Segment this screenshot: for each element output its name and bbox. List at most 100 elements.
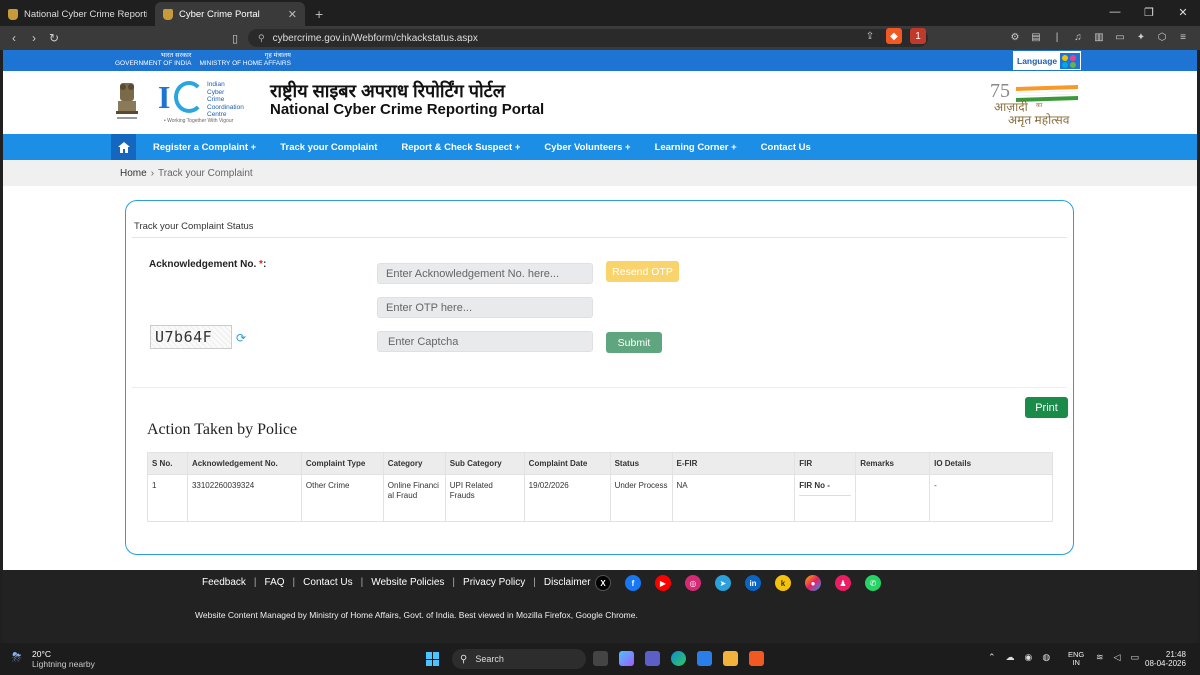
browser-tab[interactable]: National Cyber Crime Reporting Port	[0, 2, 155, 26]
clock-time: 21:48	[1165, 650, 1186, 659]
rewards-icon[interactable]: 1	[910, 28, 926, 44]
resend-otp-button[interactable]: Resend OTP	[606, 261, 679, 282]
brave-browser-icon[interactable]	[749, 651, 764, 666]
minimize-icon[interactable]: —	[1098, 0, 1132, 24]
portal-title-hindi: राष्ट्रीय साइबर अपराध रिपोर्टिंग पोर्टल	[270, 81, 505, 101]
browser-tab-active[interactable]: Cyber Crime Portal ✕	[155, 2, 305, 26]
reload-icon[interactable]: ↻	[44, 31, 64, 45]
svg-text:75: 75	[990, 80, 1010, 102]
print-button[interactable]: Print	[1025, 397, 1068, 418]
battery-icon[interactable]: ▭	[1130, 652, 1139, 663]
fir-number: FIR No -	[799, 481, 852, 496]
onedrive-icon[interactable]: ☁	[1006, 652, 1015, 663]
address-toolbar: ‹ › ↻ ▯ ⚲ cybercrime.gov.in/Webform/chka…	[0, 26, 1200, 50]
footer-links: Feedback | FAQ | Contact Us | Website Polic…	[202, 577, 591, 588]
edge-icon[interactable]	[671, 651, 686, 666]
extensions-icon[interactable]: ⚙	[1008, 30, 1022, 44]
moj-icon[interactable]: ♟	[835, 575, 851, 591]
sidebar-icon[interactable]: ▥	[1092, 30, 1106, 44]
forward-icon[interactable]: ›	[24, 31, 44, 45]
maximize-icon[interactable]: ❐	[1132, 0, 1166, 24]
submit-button[interactable]: Submit	[606, 332, 662, 353]
table-cell	[855, 474, 931, 522]
home-nav-button[interactable]	[111, 134, 136, 160]
file-explorer-icon[interactable]	[723, 651, 738, 666]
nav-contact-us[interactable]: Contact Us	[761, 142, 811, 153]
breadcrumb-separator: ›	[150, 167, 155, 179]
telegram-icon[interactable]: ➤	[715, 575, 731, 591]
action-taken-heading: Action Taken by Police	[147, 421, 298, 438]
music-icon[interactable]: ♫	[1071, 30, 1085, 44]
share-icon[interactable]: ⇪	[862, 28, 878, 44]
captcha-input[interactable]: Enter Captcha	[377, 331, 593, 352]
table-cell: Online Financi al Fraud	[382, 474, 446, 522]
close-tab-icon[interactable]: ✕	[288, 8, 297, 21]
url-bar[interactable]: ⚲ cybercrime.gov.in/Webform/chkackstatus…	[248, 29, 928, 47]
input-language[interactable]: ENG IN	[1068, 651, 1084, 667]
facebook-icon[interactable]: f	[625, 575, 641, 591]
store-icon[interactable]	[697, 651, 712, 666]
action-taken-table: S No. Acknowledgement No. Complaint Type…	[147, 452, 1053, 522]
linkedin-icon[interactable]: in	[745, 575, 761, 591]
footer-link-privacy[interactable]: Privacy Policy	[463, 577, 525, 588]
otp-input[interactable]: Enter OTP here...	[377, 297, 593, 318]
browser-tab-bar: National Cyber Crime Reporting Port Cybe…	[0, 0, 1200, 26]
volume-icon[interactable]: ◁	[1114, 652, 1121, 663]
wallet-icon[interactable]: ▭	[1113, 30, 1127, 44]
nav-learning-corner[interactable]: Learning Corner +	[655, 142, 737, 153]
close-window-icon[interactable]: ✕	[1166, 0, 1200, 24]
footer-link-disclaimer[interactable]: Disclaimer	[544, 577, 591, 588]
site-favicon-icon	[163, 8, 173, 20]
footer-link-feedback[interactable]: Feedback	[202, 577, 246, 588]
start-icon[interactable]	[426, 652, 440, 666]
task-view-icon[interactable]	[593, 651, 608, 666]
leo-ai-icon[interactable]: ✦	[1134, 30, 1148, 44]
reader-icon[interactable]: ▤	[1029, 30, 1043, 44]
footer-link-policies[interactable]: Website Policies	[371, 577, 444, 588]
menu-icon[interactable]: ≡	[1176, 30, 1190, 44]
lightning-icon: ⛈	[12, 650, 22, 664]
site-info-icon[interactable]: ⚲	[258, 33, 265, 44]
instagram-icon[interactable]: ◎	[685, 575, 701, 591]
svg-text:का: का	[1036, 103, 1043, 109]
clock[interactable]: 21:48 08-04-2026	[1145, 650, 1186, 668]
nav-cyber-volunteers[interactable]: Cyber Volunteers +	[544, 142, 630, 153]
tray-chevron-icon[interactable]: ⌃	[988, 652, 996, 663]
footer-link-faq[interactable]: FAQ	[265, 577, 285, 588]
back-icon[interactable]: ‹	[4, 31, 24, 45]
nav-report-check-suspect[interactable]: Report & Check Suspect +	[401, 142, 520, 153]
footer-link-contact[interactable]: Contact Us	[303, 577, 352, 588]
weather-widget[interactable]: ⛈ 20°C Lightning nearby	[12, 649, 95, 669]
language-label: Language	[1017, 55, 1058, 66]
footer-copyright: Website Content Managed by Ministry of H…	[195, 610, 638, 620]
breadcrumb-home[interactable]: Home	[120, 168, 147, 179]
x-icon[interactable]: X	[595, 575, 611, 591]
taskbar-search[interactable]: ⚲ Search	[452, 649, 586, 669]
refresh-captcha-icon[interactable]: ⟳	[236, 331, 246, 345]
new-tab-icon[interactable]: +	[305, 6, 333, 26]
bookmark-icon[interactable]: ▯	[232, 32, 248, 45]
nav-track-complaint[interactable]: Track your Complaint	[280, 142, 377, 153]
copilot-icon[interactable]	[619, 651, 634, 666]
column-header: S No.	[147, 452, 188, 475]
tray-app-icon[interactable]: ◍	[1042, 652, 1050, 663]
vpn-icon[interactable]: ⬡	[1155, 30, 1169, 44]
column-header: Complaint Date	[523, 452, 611, 475]
track-complaint-card: Track your Complaint Status Acknowledgem…	[125, 200, 1074, 555]
tray-app-icon[interactable]: ◉	[1025, 652, 1033, 663]
wifi-icon[interactable]: ≋	[1096, 652, 1104, 663]
column-header: IO Details	[929, 452, 1053, 475]
brave-shields-icon[interactable]: ◆	[886, 28, 902, 44]
whatsapp-icon[interactable]: ✆	[865, 575, 881, 591]
sharechat-icon[interactable]: ●	[805, 575, 821, 591]
url-text: cybercrime.gov.in/Webform/chkackstatus.a…	[272, 32, 478, 44]
language-selector[interactable]: Language	[1012, 50, 1082, 71]
nav-register-complaint[interactable]: Register a Complaint +	[153, 142, 256, 153]
breadcrumb: Home › Track your Complaint	[3, 160, 1197, 186]
koo-icon[interactable]: k	[775, 575, 791, 591]
youtube-icon[interactable]: ▶	[655, 575, 671, 591]
gov-hindi: भारत सरकार	[160, 52, 192, 59]
home-icon	[117, 141, 130, 153]
teams-icon[interactable]	[645, 651, 660, 666]
ack-number-input[interactable]: Enter Acknowledgement No. here...	[377, 263, 593, 284]
